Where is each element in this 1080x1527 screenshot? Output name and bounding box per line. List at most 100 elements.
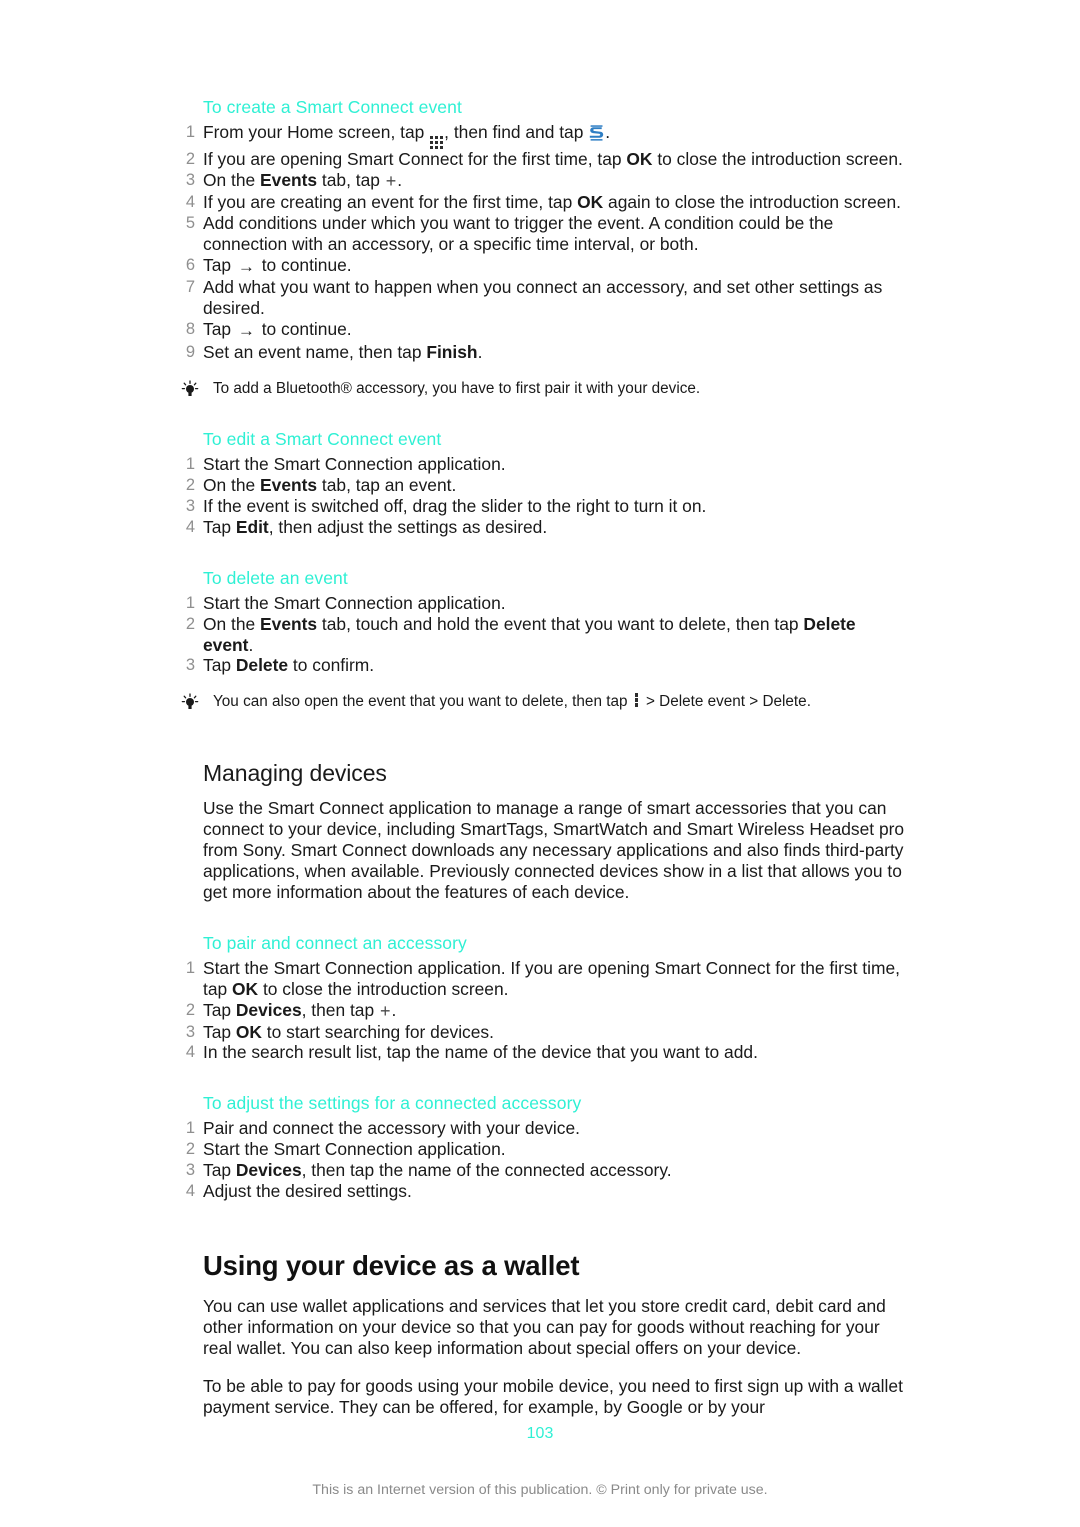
tip-text: To add a Bluetooth® accessory, you have … [213, 380, 701, 398]
section-managing-devices: Managing devices Use the Smart Connect a… [178, 758, 908, 903]
step-emphasis: OK [577, 191, 604, 212]
step-item: Tap Edit, then adjust the settings as de… [178, 517, 908, 538]
step-emphasis: Events [260, 613, 318, 634]
page-content: To create a Smart Connect event From you… [178, 96, 908, 1418]
step-item: On the Events tab, tap an event. [178, 475, 908, 496]
arrow-right-icon: → [237, 256, 255, 276]
step-item: Tap Devices, then tap +. [178, 1000, 908, 1022]
step-text: Tap [203, 254, 236, 275]
wallet-paragraph-1: You can use wallet applications and serv… [203, 1296, 886, 1358]
step-text: Tap [203, 1160, 236, 1181]
tip-block: To add a Bluetooth® accessory, you have … [178, 379, 908, 399]
vertical-dots-icon [634, 693, 639, 708]
step-text: to confirm. [288, 655, 375, 676]
step-item: Start the Smart Connection application. [178, 592, 506, 614]
step-text: . [477, 342, 483, 363]
page-number: 103 [526, 1425, 554, 1442]
step-text: , then adjust the settings as desired. [268, 516, 548, 537]
tip-block: You can also open the event that you wan… [178, 692, 908, 712]
smart-connect-icon [589, 125, 604, 146]
tip-text: You can also open the event that you wan… [213, 693, 632, 711]
step-emphasis: Devices [235, 999, 302, 1020]
section-adjust-settings: To adjust the settings for a connected a… [178, 1092, 908, 1202]
step-item: If you are creating an event for the fir… [178, 192, 908, 213]
step-text: On the [203, 474, 261, 495]
section-heading-edit-event: To edit a Smart Connect event [203, 429, 442, 450]
step-text: On the [203, 169, 261, 190]
step-text: , then find and tap [444, 122, 589, 142]
step-text: Tap [203, 516, 236, 537]
step-text: . [397, 169, 403, 190]
footer-note: This is an Internet version of this publ… [312, 1482, 768, 1498]
step-text: On the [203, 613, 261, 634]
step-item: Set an event name, then tap Finish. [178, 342, 908, 363]
step-text: tab, tap [317, 169, 385, 190]
step-item: On the Events tab, tap +. [178, 170, 908, 192]
step-text: . [391, 999, 397, 1020]
section-delete-event: To delete an event Start the Smart Conne… [178, 567, 908, 713]
section-edit-event: To edit a Smart Connect event Start the … [178, 428, 908, 538]
step-text: If you are opening Smart Connect for the… [203, 149, 627, 169]
section-heading-managing-devices: Managing devices [203, 760, 387, 787]
step-item: If you are opening Smart Connect for the… [178, 149, 908, 170]
step-item: Start the Smart Connection application. [178, 454, 506, 475]
step-text: Tap [203, 999, 236, 1020]
section-heading-create-event: To create a Smart Connect event [203, 97, 462, 117]
managing-devices-paragraph: Use the Smart Connect application to man… [203, 798, 905, 902]
step-text: Set an event name, then tap [203, 342, 427, 363]
step-item: Tap Delete to confirm. [178, 655, 908, 676]
step-text: If you are creating an event for the fir… [203, 191, 578, 212]
step-text: . [605, 122, 611, 142]
step-emphasis: Delete [235, 655, 289, 676]
lightbulb-icon [180, 693, 200, 711]
step-text: Tap [203, 1021, 236, 1042]
section-heading-adjust-settings: To adjust the settings for a connected a… [203, 1093, 582, 1114]
step-emphasis: Events [260, 474, 318, 495]
section-heading-wallet: Using your device as a wallet [203, 1250, 580, 1281]
steps-pair-accessory: Start the Smart Connection application. … [178, 958, 908, 1064]
section-create-event: To create a Smart Connect event From you… [178, 96, 908, 399]
step-text: Tap [203, 655, 236, 676]
wallet-paragraph-2: To be able to pay for goods using your m… [203, 1375, 903, 1417]
step-text: , then tap the name of the connected acc… [301, 1160, 672, 1181]
step-emphasis: OK [235, 1021, 262, 1042]
step-text: tab, touch and hold the event that you w… [317, 613, 804, 634]
section-wallet: Using your device as a wallet You can us… [178, 1248, 908, 1418]
step-item: Add what you want to happen when you con… [178, 277, 883, 319]
steps-edit-event: Start the Smart Connection application. … [178, 454, 908, 538]
step-text: From your Home screen, tap [203, 122, 430, 142]
plus-icon: + [385, 170, 397, 191]
step-text: to start searching for devices. [261, 1021, 494, 1042]
arrow-right-icon: → [237, 321, 255, 341]
step-item: On the Events tab, touch and hold the ev… [178, 614, 908, 656]
step-item: If the event is switched off, drag the s… [178, 495, 707, 517]
step-item: Tap → to continue. [178, 319, 908, 342]
step-emphasis: Events [260, 169, 318, 190]
steps-delete-event: Start the Smart Connection application. … [178, 593, 908, 677]
app-grid-icon [430, 136, 444, 149]
step-text: to close the introduction screen. [258, 978, 509, 999]
step-item: Start the Smart Connection application. … [178, 958, 908, 1000]
step-item: Start the Smart Connection application. [178, 1139, 506, 1160]
step-item: Adjust the desired settings. [178, 1181, 412, 1202]
section-heading-pair-accessory: To pair and connect an accessory [203, 932, 467, 953]
document-page: To create a Smart Connect event From you… [0, 0, 1080, 1527]
section-pair-accessory: To pair and connect an accessory Start t… [178, 932, 908, 1064]
step-text: to continue. [256, 319, 352, 340]
step-item: Tap OK to start searching for devices. [178, 1022, 908, 1043]
step-emphasis: Edit [235, 516, 269, 537]
step-text: to continue. [256, 254, 352, 275]
step-text: tab, tap an event. [317, 474, 457, 495]
step-emphasis: Devices [235, 1160, 302, 1181]
step-item: From your Home screen, tap , then find a… [178, 122, 908, 149]
section-heading-delete-event: To delete an event [203, 567, 348, 588]
plus-icon: + [379, 1000, 391, 1021]
step-item: Pair and connect the accessory with your… [178, 1118, 580, 1139]
step-text: , then tap [301, 999, 379, 1020]
step-item: Tap → to continue. [178, 255, 908, 278]
